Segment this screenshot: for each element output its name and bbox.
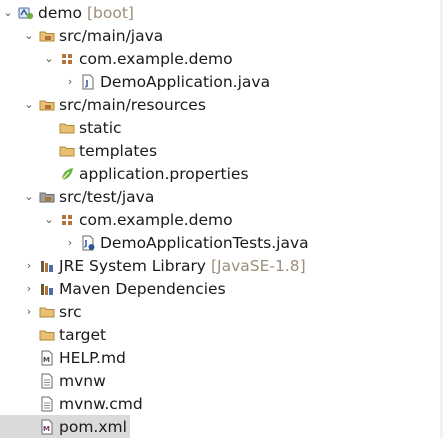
package-icon [58,50,76,68]
tree-item-target[interactable]: target [0,323,430,346]
spring-properties-icon [58,165,76,183]
markdown-file-icon: M [38,349,56,367]
tree-item-maven-dependencies[interactable]: › Maven Dependencies [0,277,430,300]
tree-item-label: mvnw [59,371,106,390]
test-source-folder-icon [38,188,56,206]
tree-item-label: templates [79,141,158,160]
tree-item-demo-project[interactable]: ⌄ demo [boot] [0,1,430,24]
svg-text:J: J [85,79,89,88]
tree-item-pom-xml[interactable]: M pom.xml [0,415,130,438]
chevron-right-icon[interactable]: › [24,300,34,323]
tree-item-src-main-resources[interactable]: ⌄ src/main/resources [0,93,430,116]
java-test-file-icon: J [79,234,97,252]
chevron-down-icon[interactable]: ⌄ [44,208,54,231]
svg-text:J: J [84,239,88,248]
java-file-icon: J [79,73,97,91]
maven-pom-icon: M [38,418,56,436]
tree-item-label: demo [38,3,82,22]
tree-item-label: HELP.md [59,348,126,367]
tree-item-label: com.example.demo [79,49,233,68]
folder-icon [58,142,76,160]
tree-item-templates[interactable]: templates [0,139,430,162]
svg-text:M: M [43,425,50,433]
tree-item-label: application.properties [79,164,249,183]
tree-item-src-test-java[interactable]: ⌄ src/test/java [0,185,430,208]
chevron-right-icon[interactable]: › [65,70,75,93]
folder-icon [58,119,76,137]
tree-item-src-main-java[interactable]: ⌄ src/main/java [0,24,430,47]
tree-item-label: JRE System Library [59,256,206,275]
folder-icon [38,303,56,321]
text-file-icon [38,372,56,390]
tree-item-label: Maven Dependencies [59,279,226,298]
tree-item-label: DemoApplicationTests.java [100,233,309,252]
tree-item-demoapplicationtests-java[interactable]: › J DemoApplicationTests.java [0,231,430,254]
chevron-right-icon[interactable]: › [24,277,34,300]
tree-item-mvnw-cmd[interactable]: mvnw.cmd [0,392,430,415]
source-folder-icon [38,96,56,114]
library-icon [38,280,56,298]
folder-icon [38,326,56,344]
tree-item-label: src/test/java [59,187,155,206]
tree-item-package-test[interactable]: ⌄ com.example.demo [0,208,430,231]
chevron-right-icon[interactable]: › [65,231,75,254]
tree-item-label: DemoApplication.java [100,72,271,91]
tree-item-application-properties[interactable]: application.properties [0,162,430,185]
tree-item-mvnw[interactable]: mvnw [0,369,430,392]
tree-item-label: com.example.demo [79,210,233,229]
boot-project-icon [17,4,35,22]
tree-item-label: src [59,302,82,321]
tree-item-label: mvnw.cmd [59,394,143,413]
tree-item-label: src/main/java [59,26,164,45]
chevron-down-icon[interactable]: ⌄ [24,24,34,47]
tree-item-help-md[interactable]: M HELP.md [0,346,430,369]
project-explorer-tree: ⌄ demo [boot] ⌄ src/main/java ⌄ com.exam… [0,0,443,439]
chevron-down-icon[interactable]: ⌄ [44,47,54,70]
tree-item-label: static [79,118,122,137]
chevron-right-icon[interactable]: › [24,254,34,277]
tree-item-static[interactable]: static [0,116,430,139]
tree-item-label: pom.xml [59,417,127,436]
tree-item-label: target [59,325,107,344]
library-icon [38,257,56,275]
jre-version-decoration: [JavaSE-1.8] [211,256,306,275]
tree-item-jre-system-library[interactable]: › JRE System Library [JavaSE-1.8] [0,254,430,277]
boot-decoration: [boot] [86,3,134,22]
tree-item-label: src/main/resources [59,95,206,114]
text-file-icon [38,395,56,413]
package-icon [58,211,76,229]
source-folder-icon [38,27,56,45]
chevron-down-icon[interactable]: ⌄ [24,93,34,116]
tree-item-src[interactable]: › src [0,300,430,323]
tree-item-package-main[interactable]: ⌄ com.example.demo [0,47,430,70]
svg-text:M: M [43,356,50,364]
chevron-down-icon[interactable]: ⌄ [24,185,34,208]
chevron-down-icon[interactable]: ⌄ [3,1,13,24]
tree-item-demoapplication-java[interactable]: › J DemoApplication.java [0,70,430,93]
